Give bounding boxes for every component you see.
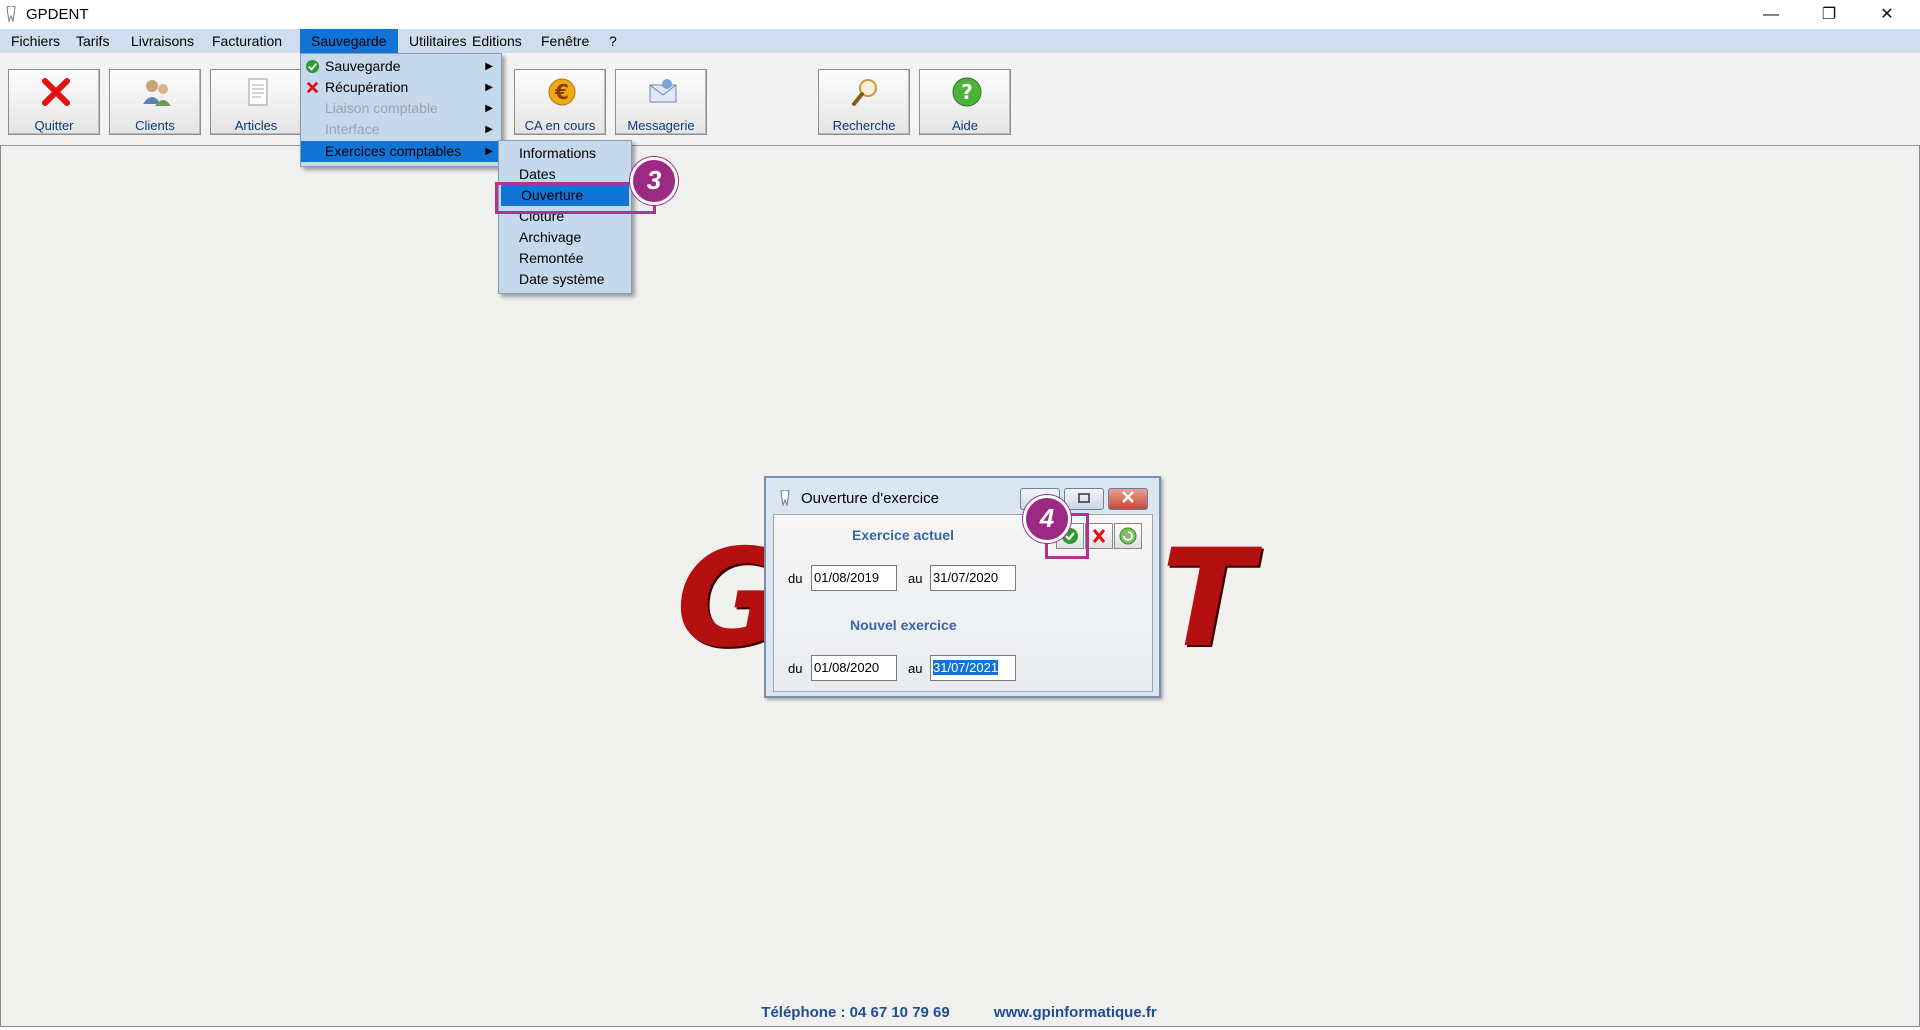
aide-button[interactable]: ? Aide	[919, 69, 1011, 135]
clients-label: Clients	[135, 118, 175, 133]
refresh-button[interactable]	[1114, 523, 1142, 549]
exercices-submenu: Informations Dates Ouverture Clôture Arc…	[498, 140, 632, 294]
current-au-label: au	[908, 571, 923, 586]
submenu-arrow-icon: ▶	[485, 61, 493, 72]
dialog-maximize-button[interactable]	[1064, 488, 1104, 510]
exercices-item-label: Exercices comptables	[325, 143, 462, 159]
liaison-comptable-menu-item[interactable]: Liaison comptable ▶	[301, 98, 501, 119]
recherche-button[interactable]: Recherche	[818, 69, 910, 135]
menu-livraisons[interactable]: Livraisons	[120, 29, 205, 53]
restore-button[interactable]: ❐	[1800, 0, 1858, 29]
quitter-label: Quitter	[34, 118, 74, 133]
submenu-arrow-icon: ▶	[485, 82, 493, 93]
svg-text:€: €	[554, 80, 569, 104]
logo-letter-t: T	[1161, 520, 1254, 677]
menu-fichiers[interactable]: Fichiers	[0, 29, 71, 53]
interface-item-label: Interface	[325, 121, 380, 137]
messagerie-button[interactable]: Messagerie	[615, 69, 707, 135]
cancel-button[interactable]	[1085, 523, 1113, 549]
app-title: GPDENT	[26, 6, 89, 23]
dialog-title: Ouverture d'exercice	[801, 490, 939, 507]
footer-contact: Téléphone : 04 67 10 79 69 www.gpinforma…	[0, 1004, 1918, 1021]
submenu-arrow-icon: ▶	[485, 103, 493, 114]
document-icon	[248, 78, 268, 106]
new-from-field[interactable]: 01/08/2020	[811, 655, 897, 681]
new-to-selected-text: 31/07/2021	[933, 660, 999, 675]
current-to-field[interactable]: 31/07/2020	[930, 565, 1016, 591]
help-icon: ?	[952, 77, 982, 107]
menu-bar: Fichiers Tarifs Livraisons Facturation S…	[0, 29, 1920, 53]
sauvegarde-menu-item[interactable]: Sauvegarde ▶	[301, 56, 501, 77]
close-window-button[interactable]: ✕	[1858, 0, 1916, 29]
ca-en-cours-label: CA en cours	[524, 118, 596, 133]
menu-help[interactable]: ?	[598, 29, 628, 53]
menu-tarifs[interactable]: Tarifs	[65, 29, 120, 53]
step4-badge: 4	[1023, 495, 1071, 543]
submenu-arrow-icon: ▶	[485, 146, 493, 157]
messagerie-label: Messagerie	[627, 118, 695, 133]
exercices-comptables-menu-item[interactable]: Exercices comptables ▶	[301, 141, 501, 162]
aide-label: Aide	[951, 118, 979, 133]
articles-label: Articles	[234, 118, 278, 133]
toolbar: Quitter Clients Articles € CA en cours M…	[0, 53, 1920, 146]
new-to-field[interactable]: 31/07/2021	[930, 655, 1016, 681]
red-x-icon	[42, 78, 70, 106]
green-check-icon	[305, 59, 320, 74]
dialog-body: Exercice actuel du 01/08/2019 au 31/07/2…	[773, 514, 1153, 692]
remontee-menu-item[interactable]: Remontée	[499, 248, 631, 269]
exercice-actuel-title: Exercice actuel	[852, 527, 954, 543]
footer-website[interactable]: www.gpinformatique.fr	[994, 1004, 1157, 1021]
close-icon	[1122, 491, 1134, 503]
archivage-menu-item[interactable]: Archivage	[499, 227, 631, 248]
maximize-icon	[1078, 493, 1090, 503]
current-du-label: du	[788, 571, 803, 586]
menu-facturation[interactable]: Facturation	[201, 29, 293, 53]
articles-button[interactable]: Articles	[210, 69, 302, 135]
minimize-button[interactable]: —	[1742, 0, 1800, 29]
liaison-item-label: Liaison comptable	[325, 100, 438, 116]
clients-icon	[143, 80, 171, 106]
step3-badge: 3	[630, 157, 678, 205]
informations-menu-item[interactable]: Informations	[499, 143, 631, 164]
sauvegarde-menu: Sauvegarde ▶ Récupération ▶ Liaison compta…	[300, 53, 502, 167]
title-bar: GPDENT — ❐ ✕	[0, 0, 1920, 29]
tooth-icon	[780, 490, 790, 506]
clients-button[interactable]: Clients	[109, 69, 201, 135]
euro-icon: €	[548, 78, 576, 106]
recherche-label: Recherche	[832, 118, 896, 133]
quitter-button[interactable]: Quitter	[8, 69, 100, 135]
ouverture-exercice-dialog: Ouverture d'exercice Exercice actuel du …	[764, 476, 1161, 698]
submenu-arrow-icon: ▶	[485, 124, 493, 135]
date-systeme-menu-item[interactable]: Date système	[499, 269, 631, 290]
ca-en-cours-button[interactable]: € CA en cours	[514, 69, 606, 135]
sauvegarde-item-label: Sauvegarde	[325, 58, 401, 74]
menu-sauvegarde[interactable]: Sauvegarde	[300, 29, 398, 53]
cancel-icon	[1092, 529, 1106, 543]
recuperation-item-label: Récupération	[325, 79, 409, 95]
interface-menu-item[interactable]: Interface ▶	[301, 119, 501, 140]
svg-text:?: ?	[961, 80, 973, 104]
tooth-icon	[6, 6, 16, 22]
current-from-field[interactable]: 01/08/2019	[811, 565, 897, 591]
magnifier-icon	[852, 79, 877, 106]
dialog-close-button[interactable]	[1108, 488, 1148, 510]
messagerie-icon	[649, 79, 677, 103]
recuperation-menu-item[interactable]: Récupération ▶	[301, 77, 501, 98]
new-du-label: du	[788, 661, 803, 676]
nouvel-exercice-title: Nouvel exercice	[850, 617, 957, 633]
new-au-label: au	[908, 661, 923, 676]
menu-editions[interactable]: Editions	[461, 29, 533, 53]
footer-phone: Téléphone : 04 67 10 79 69	[761, 1004, 950, 1021]
menu-fenetre[interactable]: Fenêtre	[530, 29, 600, 53]
refresh-icon	[1119, 527, 1137, 545]
red-x-icon	[306, 81, 319, 94]
